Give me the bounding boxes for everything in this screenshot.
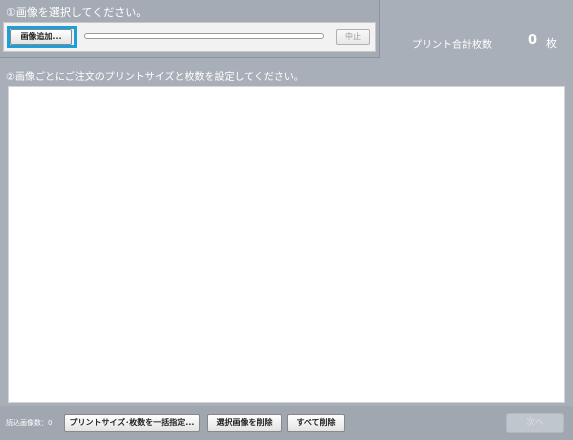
image-select-toolbar: 画像追加... 中止	[3, 22, 376, 52]
upload-progress-bar	[84, 33, 324, 39]
total-prints-label: プリント合計枚数	[412, 40, 492, 51]
bulk-set-size-button[interactable]: プリントサイズ･枚数を一括指定...	[64, 414, 200, 432]
image-list-area[interactable]	[8, 86, 565, 403]
step2-heading: ②画像ごとにご注文のプリントサイズと枚数を設定してください。	[6, 72, 304, 83]
add-image-button[interactable]: 画像追加...	[10, 29, 72, 45]
loaded-images-count: 読込画像数：0	[6, 419, 53, 427]
step1-heading: ①画像を選択してください。	[6, 6, 148, 19]
delete-all-button[interactable]: すべて削除	[287, 414, 345, 432]
image-selection-panel: ①画像を選択してください。 画像追加... 中止	[0, 0, 380, 58]
total-prints-unit: 枚	[546, 37, 557, 50]
next-button[interactable]: 次へ	[506, 413, 564, 433]
cancel-button[interactable]: 中止	[336, 29, 370, 45]
total-prints-count: 0	[528, 33, 538, 48]
delete-selected-button[interactable]: 選択画像を削除	[207, 414, 282, 432]
